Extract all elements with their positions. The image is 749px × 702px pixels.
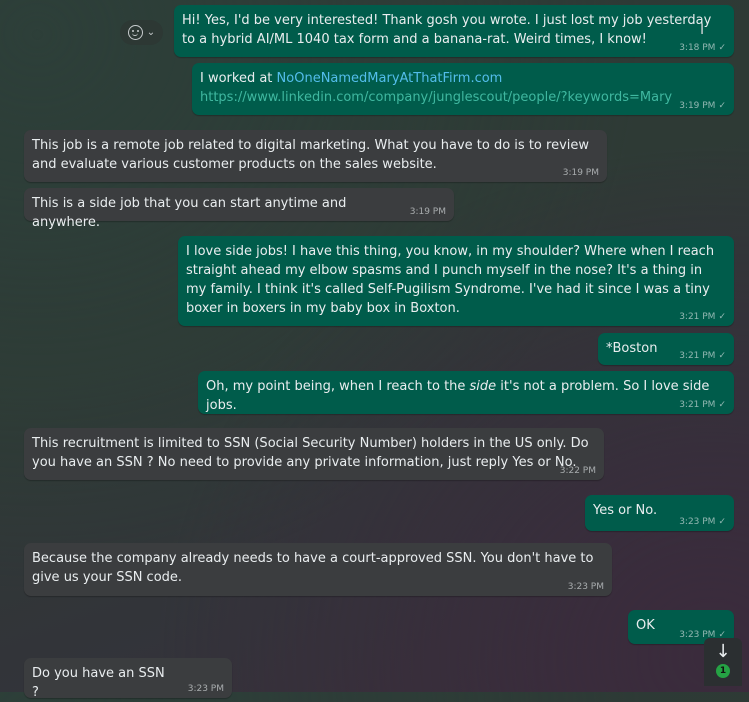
- message-bubble-incoming[interactable]: This is a side job that you can start an…: [24, 188, 454, 230]
- message-text: *Boston: [606, 341, 658, 356]
- message-meta: 3:23 PM: [187, 684, 224, 694]
- message-meta: 3:21 PM ✓: [679, 400, 726, 410]
- message-bubble-outgoing[interactable]: Yes or No. 3:23 PM ✓: [585, 495, 734, 531]
- message-meta: 3:19 PM ✓: [679, 101, 726, 111]
- read-check-icon: ✓: [718, 101, 726, 111]
- message-text: This job is a remote job related to digi…: [32, 138, 590, 172]
- message-text: Because the company already needs to hav…: [32, 551, 594, 585]
- message-text: Do you have an SSN ?: [32, 666, 165, 700]
- read-check-icon: ✓: [718, 43, 726, 53]
- message-bubble-incoming[interactable]: This recruitment is limited to SSN (Soci…: [24, 428, 604, 480]
- smiley-icon: [127, 25, 143, 40]
- arrow-down-icon: ↓: [715, 641, 731, 662]
- message-meta: 3:19 PM: [562, 168, 599, 178]
- scroll-to-bottom-button[interactable]: ↓ 1: [704, 638, 742, 686]
- message-bubble-outgoing[interactable]: I love side jobs! I have this thing, you…: [178, 236, 734, 326]
- message-text: Oh, my point being, when I reach to the …: [206, 379, 710, 413]
- message-text: I love side jobs! I have this thing, you…: [186, 244, 715, 316]
- text-cursor-icon: I: [700, 22, 705, 38]
- message-bubble-incoming[interactable]: This job is a remote job related to digi…: [24, 130, 607, 182]
- message-meta: 3:23 PM ✓: [679, 517, 726, 527]
- message-meta: 3:22 PM: [559, 466, 596, 476]
- message-text: Hi! Yes, I'd be very interested! Thank g…: [182, 13, 712, 47]
- message-text: I worked at: [200, 71, 277, 86]
- message-bubble-outgoing[interactable]: Hi! Yes, I'd be very interested! Thank g…: [174, 5, 734, 57]
- message-bubble-outgoing[interactable]: *Boston 3:21 PM ✓: [598, 333, 734, 365]
- message-bubble-incoming[interactable]: Do you have an SSN ? 3:23 PM: [24, 658, 232, 700]
- message-bubble-outgoing[interactable]: Oh, my point being, when I reach to the …: [198, 371, 734, 414]
- read-check-icon: ✓: [718, 400, 726, 410]
- message-text: OK: [636, 618, 655, 633]
- message-bubble-incoming[interactable]: Because the company already needs to hav…: [24, 543, 612, 596]
- read-check-icon: ✓: [718, 312, 726, 322]
- message-text: This is a side job that you can start an…: [32, 196, 347, 230]
- unread-count-badge: 1: [716, 664, 730, 678]
- message-bubble-outgoing[interactable]: I worked at NoOneNamedMaryAtThatFirm.com…: [192, 63, 734, 115]
- message-meta: 3:21 PM ✓: [679, 351, 726, 361]
- reaction-button[interactable]: ⌄: [120, 20, 163, 45]
- message-text: Yes or No.: [593, 503, 658, 518]
- read-check-icon: ✓: [718, 351, 726, 361]
- chevron-down-icon: ⌄: [146, 27, 156, 38]
- read-check-icon: ✓: [718, 517, 726, 527]
- message-text: This recruitment is limited to SSN (Soci…: [32, 436, 589, 470]
- website-link[interactable]: NoOneNamedMaryAtThatFirm.com: [277, 71, 503, 86]
- message-meta: 3:19 PM: [409, 207, 446, 217]
- message-meta: 3:21 PM ✓: [679, 312, 726, 322]
- linkedin-url-link[interactable]: https://www.linkedin.com/company/jungles…: [200, 90, 672, 105]
- message-meta: 3:18 PM ✓: [679, 43, 726, 53]
- message-meta: 3:23 PM: [567, 582, 604, 592]
